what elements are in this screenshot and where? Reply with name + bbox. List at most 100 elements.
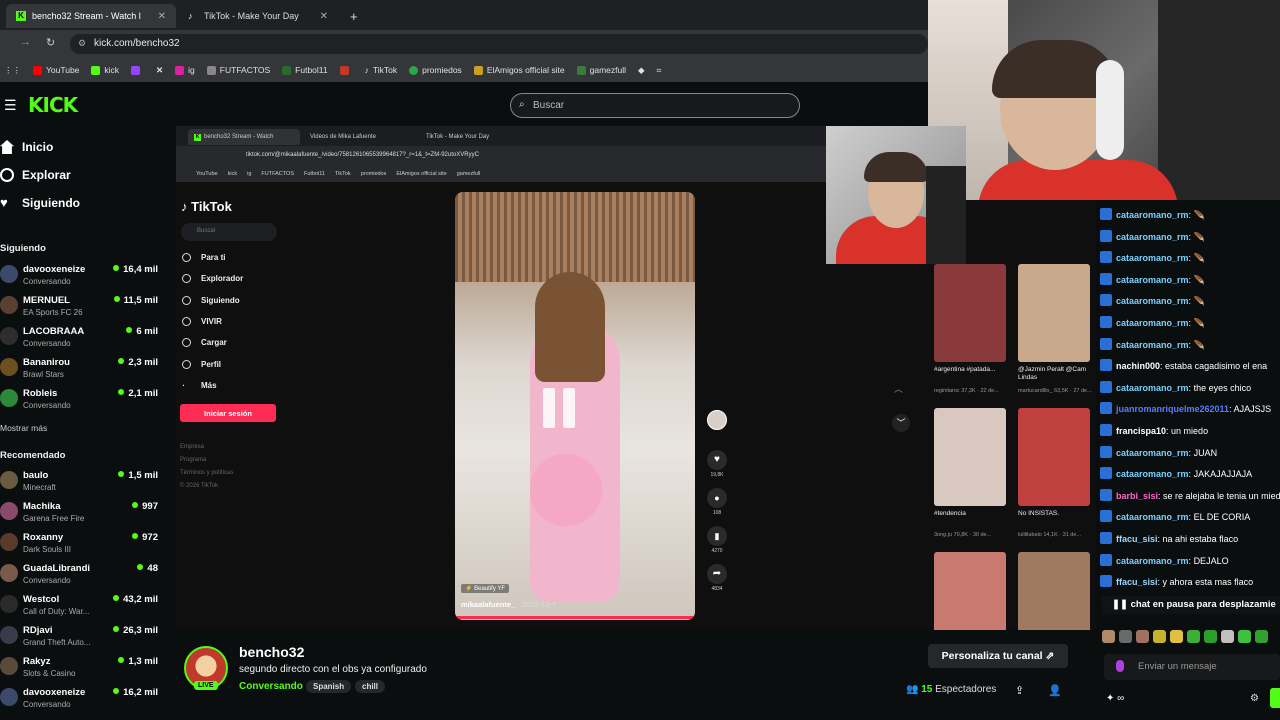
chat-text: 🪶 (1193, 318, 1205, 328)
channel-row[interactable]: Westcol Call of Duty: War... 43,2 mil (0, 593, 158, 621)
chat-username[interactable]: ffacu_sisi (1116, 577, 1158, 587)
chat-text: the eyes chico (1193, 382, 1252, 393)
chat-username[interactable]: francispa10 (1116, 426, 1166, 436)
channel-row[interactable]: RDjavi Grand Theft Auto... 26,3 mil (0, 624, 158, 652)
site-info-icon[interactable]: ⚙ (78, 38, 86, 49)
reload-icon[interactable]: ↻ (46, 36, 55, 49)
emote[interactable] (1238, 630, 1251, 643)
chat-username[interactable]: barbi_sisi (1116, 491, 1158, 501)
chat-username[interactable]: cataaromano_rm (1116, 556, 1189, 566)
bookmark-futbol11[interactable]: Futbol11 (282, 65, 328, 75)
channel-row[interactable]: baulo Minecraft 1,5 mil (0, 469, 158, 497)
browser-tab-kick[interactable]: K bencho32 Stream - Watch l ✕ (6, 4, 176, 28)
chat-input[interactable]: Enviar un mensaje (1104, 654, 1280, 680)
bookmark-mail[interactable] (339, 65, 353, 75)
apps-icon[interactable]: ⋮⋮ (4, 65, 21, 76)
channel-name[interactable]: bencho32 (239, 644, 304, 660)
chat-message: cataaromano_rm: 🪶 (1100, 251, 1205, 265)
channel-row[interactable]: LACOBRAAA Conversando 6 mil (0, 325, 158, 353)
send-button[interactable] (1270, 688, 1280, 708)
promiedos-icon (409, 65, 419, 75)
bookmark-futfactos[interactable]: FUTFACTOS (206, 65, 270, 75)
bookmark-ig[interactable]: ig (175, 65, 195, 75)
emote[interactable] (1102, 630, 1115, 643)
bookmark-x[interactable]: ✕ (156, 65, 163, 76)
customize-channel-button[interactable]: Personaliza tu canal ⇗ (928, 644, 1068, 668)
channel-row[interactable]: Robleis Conversando 2,1 mil (0, 387, 158, 415)
infinity-icon[interactable]: ✦ ∞ (1106, 693, 1124, 704)
viewers-icon: 👥 (906, 684, 922, 695)
tag-chill[interactable]: chill (355, 680, 386, 693)
emote[interactable] (1136, 630, 1149, 643)
mic-icon[interactable] (1116, 660, 1124, 672)
channel-row[interactable]: Roxanny Dark Souls III 972 (0, 531, 158, 559)
tiktok-nav-item: Siguiendo (182, 296, 240, 305)
chat-username[interactable]: cataaromano_rm (1116, 275, 1189, 285)
close-icon[interactable]: ✕ (320, 11, 328, 22)
nav-inicio[interactable]: Inicio (0, 140, 53, 154)
chat-username[interactable]: cataaromano_rm (1116, 318, 1189, 328)
tiktok-nav-item: Cargar (182, 338, 227, 347)
channel-category: Conversando (23, 576, 71, 585)
chat-username[interactable]: nachin000 (1116, 361, 1160, 371)
chat-username[interactable]: cataaromano_rm (1116, 210, 1189, 220)
menu-icon[interactable]: ☰ (4, 97, 17, 114)
follow-user-icon[interactable]: 👤 (1048, 684, 1062, 697)
chat-username[interactable]: cataaromano_rm (1116, 232, 1189, 242)
stream-category[interactable]: Conversando (239, 681, 303, 692)
emote[interactable] (1187, 630, 1200, 643)
bookmark-twitch[interactable] (131, 65, 144, 75)
emote[interactable] (1119, 630, 1132, 643)
bookmark-kick[interactable]: kick (91, 65, 119, 75)
recommended-title: Recomendado (0, 450, 66, 461)
inner-bookmark: TikTok (335, 171, 351, 177)
chat-username[interactable]: cataaromano_rm (1116, 253, 1189, 263)
chat-username[interactable]: cataaromano_rm (1116, 469, 1189, 479)
heart-icon: ♥ (707, 450, 727, 470)
bookmark-gamezfull[interactable]: gamezfull (576, 65, 626, 75)
emote[interactable] (1170, 630, 1183, 643)
chat-username[interactable]: cataaromano_rm (1116, 512, 1189, 522)
emote[interactable] (1204, 630, 1217, 643)
nav-explorar[interactable]: Explorar (0, 168, 71, 182)
channel-row[interactable]: MERNUEL EA Sports FC 26 11,5 mil (0, 294, 158, 322)
chat-username[interactable]: ffacu_sisi (1116, 534, 1158, 544)
chat-username[interactable]: juanromanriquelme262011 (1116, 404, 1229, 414)
chat-paused-banner[interactable]: ❚❚ chat en pausa para desplazamie (1102, 596, 1280, 614)
new-tab-button[interactable]: + (340, 4, 364, 28)
bookmark-tiktok[interactable]: ♪ TikTok (365, 65, 398, 75)
show-more-link[interactable]: Mostrar más (0, 423, 47, 433)
channel-row[interactable]: Bananirou Brawl Stars 2,3 mil (0, 356, 158, 384)
chat-username[interactable]: cataaromano_rm (1116, 296, 1189, 306)
chat-text: 🪶 (1193, 253, 1205, 264)
share-icon[interactable]: ⇪ (1015, 684, 1024, 697)
chat-username[interactable]: cataaromano_rm (1116, 383, 1189, 393)
bookmark-promiedos[interactable]: promiedos (409, 65, 462, 75)
bookmark-youtube[interactable]: YouTube (33, 65, 79, 75)
chat-username[interactable]: cataaromano_rm (1116, 340, 1189, 350)
emote[interactable] (1255, 630, 1268, 643)
kick-logo[interactable]: KICK (28, 93, 78, 117)
channel-category: Minecraft (23, 483, 56, 492)
bookmark-elamigos[interactable]: ElAmigos official site (473, 65, 565, 75)
emote[interactable] (1221, 630, 1234, 643)
subscriber-badge-icon (1100, 445, 1112, 458)
channel-row[interactable]: davooxeneize Conversando 16,4 mil (0, 263, 158, 291)
channel-avatar (0, 296, 18, 314)
channel-row[interactable]: Rakyz Slots & Casino 1,3 mil (0, 655, 158, 683)
tag-spanish[interactable]: Spanish (306, 680, 352, 693)
url-field[interactable]: ⚙ kick.com/bencho32 (70, 34, 928, 54)
close-icon[interactable]: ✕ (158, 11, 166, 22)
settings-icon[interactable]: ⚙ (1250, 693, 1259, 704)
emote[interactable] (1153, 630, 1166, 643)
bookmark-diamond[interactable]: ◆ (638, 65, 645, 76)
browser-tab-tiktok[interactable]: ♪ TikTok - Make Your Day ✕ (178, 4, 338, 28)
nav-siguiendo[interactable]: ♥ Siguiendo (0, 196, 80, 211)
channel-row[interactable]: davooxeneize Conversando 16,2 mil (0, 686, 158, 714)
channel-row[interactable]: GuadaLibrandi Conversando 48 (0, 562, 158, 590)
channel-row[interactable]: Machika Garena Free Fire 997 (0, 500, 158, 528)
forward-icon[interactable]: → (20, 36, 31, 48)
bookmark-extra[interactable]: ⌗ (657, 65, 662, 76)
chat-username[interactable]: cataaromano_rm (1116, 448, 1189, 458)
search-input[interactable]: ⌕ Buscar (510, 93, 800, 118)
